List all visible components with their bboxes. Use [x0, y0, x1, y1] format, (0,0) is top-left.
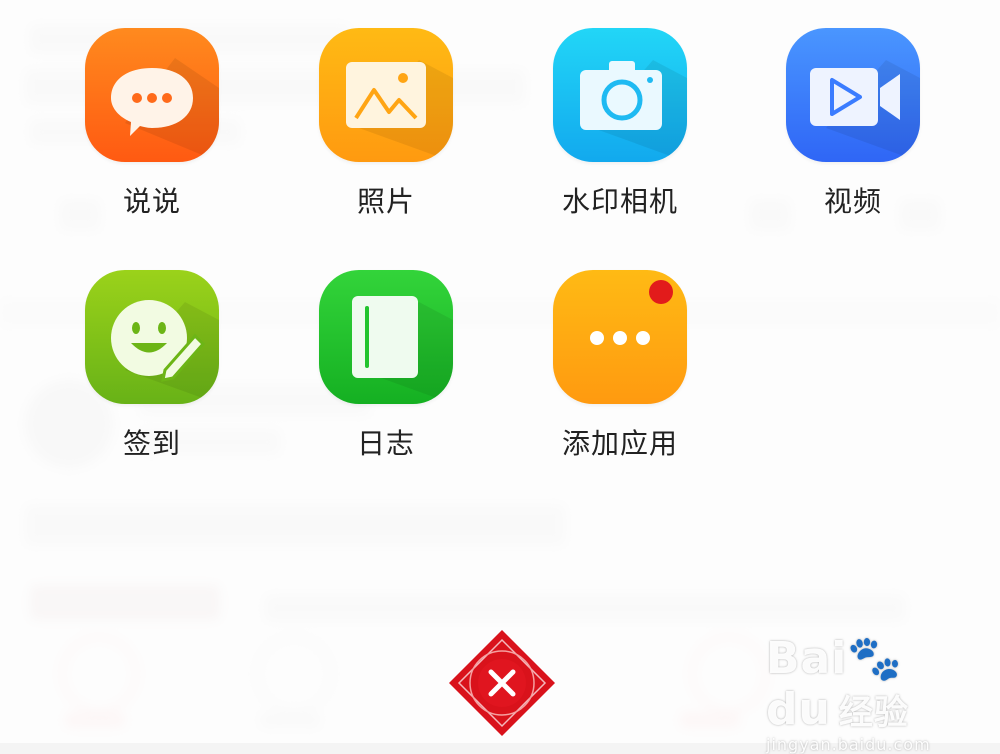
app-label: 照片 — [356, 185, 415, 218]
app-label: 签到 — [122, 427, 181, 460]
app-label: 添加应用 — [561, 427, 678, 460]
watermark-brand: Bai🐾du 经验 — [766, 633, 909, 735]
watermark: Bai🐾du 经验 jingyan.baidu.com — [766, 632, 966, 754]
app-watermark-camera[interactable]: 水印相机 — [530, 28, 710, 220]
app-label: 视频 — [823, 185, 882, 218]
close-button[interactable] — [447, 628, 557, 738]
app-label: 日志 — [356, 427, 415, 460]
app-add[interactable]: 添加应用 — [530, 270, 710, 462]
video-icon — [786, 28, 920, 162]
notebook-icon — [319, 270, 453, 404]
photo-icon — [319, 28, 453, 162]
app-checkin[interactable]: 签到 — [62, 270, 242, 462]
notification-badge — [649, 280, 673, 304]
app-diary[interactable]: 日志 — [296, 270, 476, 462]
more-dots-icon — [553, 270, 687, 404]
app-shuoshuo[interactable]: 说说 — [62, 28, 242, 220]
app-label: 水印相机 — [561, 185, 678, 218]
close-icon — [449, 630, 555, 736]
smiley-pen-icon — [85, 270, 219, 404]
app-label: 说说 — [122, 185, 181, 218]
app-photo[interactable]: 照片 — [296, 28, 476, 220]
speech-bubble-icon — [85, 28, 219, 162]
app-video[interactable]: 视频 — [763, 28, 943, 220]
camera-icon — [553, 28, 687, 162]
watermark-url: jingyan.baidu.com — [766, 735, 931, 754]
paw-icon: 🐾 — [847, 633, 904, 684]
